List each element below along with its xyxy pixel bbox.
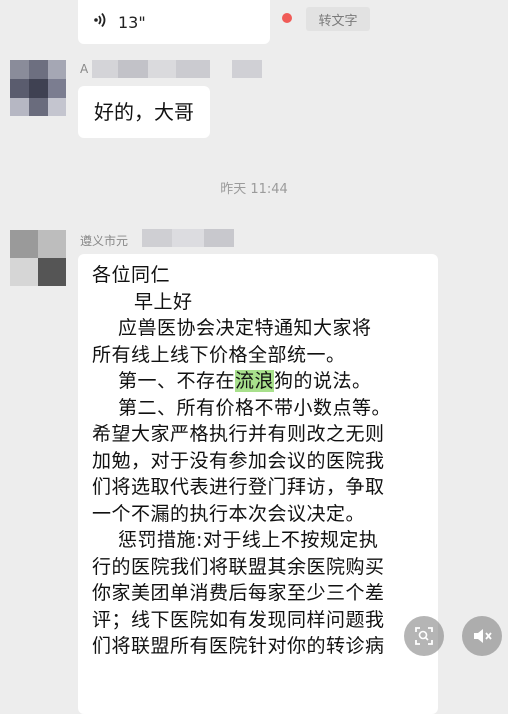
- message-text: 各位同仁 早上好 应兽医协会决定特通知大家将 所有线上线下价格全部统一。 第一、…: [78, 254, 438, 660]
- timestamp: 昨天 11:44: [220, 182, 288, 197]
- voice-duration: 13": [118, 12, 146, 32]
- text-line: 希望大家严格执行并有则改之无则: [92, 423, 385, 445]
- message-bubble[interactable]: 各位同仁 早上好 应兽医协会决定特通知大家将 所有线上线下价格全部统一。 第一、…: [78, 254, 438, 714]
- voice-message-bubble[interactable]: 13": [78, 0, 270, 44]
- text-line: 们将联盟所有医院针对你的转诊病: [92, 635, 385, 657]
- sender-name: 遵义市元: [80, 234, 129, 248]
- unread-dot: [282, 13, 292, 23]
- text-line: 第一、不存在流浪狗的说法。: [92, 368, 424, 395]
- text-line: 应兽医协会决定特通知大家将: [118, 317, 372, 339]
- image-search-icon[interactable]: [404, 616, 444, 656]
- mute-icon[interactable]: [462, 616, 502, 656]
- text-line: 早上好: [134, 290, 193, 313]
- highlighted-word[interactable]: 流浪: [235, 370, 275, 392]
- text-segment: 第一、不存在: [118, 370, 236, 392]
- sender-name-blur: [92, 60, 262, 78]
- voice-wave-icon: [92, 11, 110, 33]
- text-line: 评；线下医院如有发现同样问题我: [92, 608, 385, 631]
- text-line: 们将选取代表进行登门拜访，争取: [92, 476, 385, 498]
- text-line: 第二、所有价格不带小数点等。: [118, 396, 392, 419]
- text-line: 加勉，对于没有参加会议的医院我: [92, 449, 385, 472]
- text-line: 行的医院我们将联盟其余医院购买: [92, 555, 385, 578]
- message-bubble[interactable]: 好的，大哥: [78, 86, 210, 138]
- text-line: 各位同仁: [92, 264, 171, 286]
- text-line: 你家美团单消费后每家至少三个差: [92, 582, 385, 604]
- text-line: 惩罚措施:对于线上不按规定执: [118, 529, 379, 551]
- sender-name-blur: [142, 229, 234, 247]
- avatar[interactable]: [10, 60, 66, 116]
- text-segment: 狗的说法。: [274, 370, 372, 392]
- text-line: 所有线上线下价格全部统一。: [92, 343, 346, 366]
- text-line: 一个不漏的执行本次会议决定。: [92, 502, 366, 525]
- avatar[interactable]: [10, 230, 66, 286]
- sender-name: A: [80, 62, 89, 76]
- transcribe-button[interactable]: 转文字: [306, 7, 370, 31]
